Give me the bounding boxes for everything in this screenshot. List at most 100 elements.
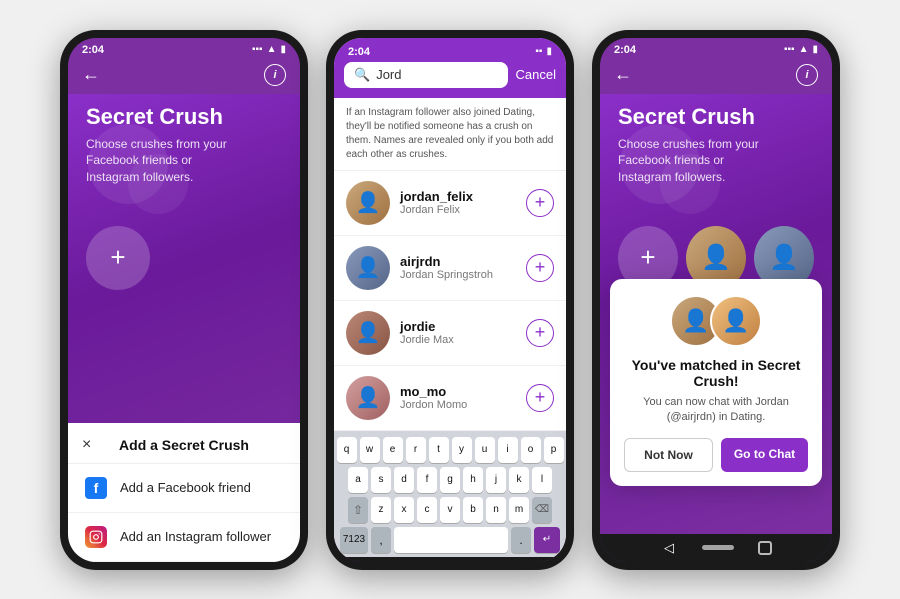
back-nav-3[interactable]: ◁	[660, 539, 678, 557]
key-comma[interactable]: ,	[371, 527, 391, 553]
fullname-2: Jordie Max	[400, 334, 516, 346]
search-screen: 2:04 ▪▪ ▮ 🔍 Jord Cancel If an Instagram …	[334, 38, 566, 557]
battery-icon-2: ▮	[546, 46, 552, 57]
avatar-mo-mo: 👤	[346, 376, 390, 420]
key-a[interactable]: a	[348, 467, 368, 493]
search-bar-row: 🔍 Jord Cancel	[344, 62, 556, 88]
search-notice: If an Instagram follower also joined Dat…	[334, 98, 566, 171]
add-facebook-friend-item[interactable]: f Add a Facebook friend	[68, 464, 300, 513]
list-item[interactable]: 👤 airjrdn Jordan Springstroh +	[334, 236, 566, 301]
username-1: airjrdn	[400, 254, 516, 269]
match-buttons: Not Now Go to Chat	[624, 438, 808, 472]
add-btn-3[interactable]: +	[526, 384, 554, 412]
key-w[interactable]: w	[360, 437, 380, 463]
kb-row-1: q w e r t y u i o p	[338, 437, 562, 463]
add-btn-0[interactable]: +	[526, 189, 554, 217]
back-arrow-1[interactable]: ←	[82, 64, 100, 85]
key-h[interactable]: h	[463, 467, 483, 493]
key-numbers[interactable]: 7123	[340, 527, 368, 553]
instagram-icon-container	[84, 525, 108, 549]
add-btn-2[interactable]: +	[526, 319, 554, 347]
key-q[interactable]: q	[337, 437, 357, 463]
status-icons-2: ▪▪ ▮	[535, 46, 552, 58]
key-k[interactable]: k	[509, 467, 529, 493]
key-e[interactable]: e	[383, 437, 403, 463]
bottom-sheet-header: × Add a Secret Crush	[68, 423, 300, 464]
back-arrow-3[interactable]: ←	[614, 64, 632, 85]
search-top-bar: 2:04 ▪▪ ▮ 🔍 Jord Cancel	[334, 38, 566, 98]
key-z[interactable]: z	[371, 497, 391, 523]
key-c[interactable]: c	[417, 497, 437, 523]
list-item[interactable]: 👤 jordan_felix Jordan Felix +	[334, 171, 566, 236]
go-to-chat-button[interactable]: Go to Chat	[721, 438, 808, 472]
crush-subtitle-3: Choose crushes from your Facebook friend…	[618, 136, 778, 186]
key-b[interactable]: b	[463, 497, 483, 523]
match-title: You've matched in Secret Crush!	[624, 357, 808, 389]
phone-1: 2:04 ▪▪▪ ▲ ▮ ← i Secret Crush Choose cru…	[60, 30, 308, 570]
bottom-sheet-title: Add a Secret Crush	[119, 437, 249, 453]
back-nav-2[interactable]: ◁	[394, 561, 412, 562]
add-btn-1[interactable]: +	[526, 254, 554, 282]
search-results-list: 👤 jordan_felix Jordan Felix + 👤 airjrdn …	[334, 171, 566, 431]
info-button-3[interactable]: i	[796, 64, 818, 86]
key-u[interactable]: u	[475, 437, 495, 463]
info-button-1[interactable]: i	[264, 64, 286, 86]
facebook-icon: f	[85, 477, 107, 499]
key-m[interactable]: m	[509, 497, 529, 523]
key-v[interactable]: v	[440, 497, 460, 523]
crush-circles-1: +	[86, 226, 282, 290]
match-avatars: 👤 👤	[624, 295, 808, 347]
key-x[interactable]: x	[394, 497, 414, 523]
facebook-icon-container: f	[84, 476, 108, 500]
key-j[interactable]: j	[486, 467, 506, 493]
key-period[interactable]: .	[511, 527, 531, 553]
close-bottom-sheet[interactable]: ×	[82, 436, 91, 454]
key-enter[interactable]: ↵	[534, 527, 560, 553]
key-g[interactable]: g	[440, 467, 460, 493]
kb-row-4: 7123 , . ↵	[338, 527, 562, 553]
not-now-button[interactable]: Not Now	[624, 438, 713, 472]
key-s[interactable]: s	[371, 467, 391, 493]
search-icon-2: 🔍	[354, 67, 370, 83]
list-item[interactable]: 👤 jordie Jordie Max +	[334, 301, 566, 366]
key-t[interactable]: t	[429, 437, 449, 463]
phone-3: 2:04 ▪▪▪ ▲ ▮ ← i Secret Crush Choose cru…	[592, 30, 840, 570]
status-icons-3: ▪▪▪ ▲ ▮	[784, 44, 818, 55]
fullname-1: Jordan Springstroh	[400, 269, 516, 281]
match-dialog: 👤 👤 You've matched in Secret Crush! You …	[610, 279, 822, 486]
recents-nav-3[interactable]	[758, 541, 772, 555]
keyboard: q w e r t y u i o p a s d f g h	[334, 431, 566, 557]
key-p[interactable]: p	[544, 437, 564, 463]
list-item[interactable]: 👤 mo_mo Jordon Momo +	[334, 366, 566, 431]
search-cancel-button[interactable]: Cancel	[516, 67, 556, 82]
key-y[interactable]: y	[452, 437, 472, 463]
add-instagram-follower-item[interactable]: Add an Instagram follower	[68, 513, 300, 562]
status-bar-1: 2:04 ▪▪▪ ▲ ▮	[68, 38, 300, 60]
key-o[interactable]: o	[521, 437, 541, 463]
key-backspace[interactable]: ⌫	[532, 497, 552, 523]
key-d[interactable]: d	[394, 467, 414, 493]
home-bar-2: ◁	[334, 557, 566, 562]
result-info-1: airjrdn Jordan Springstroh	[400, 254, 516, 281]
crush-screen-3: Secret Crush Choose crushes from your Fa…	[600, 94, 832, 534]
kb-row-2: a s d f g h j k l	[338, 467, 562, 493]
kb-row-3: ⇧ z x c v b n m ⌫	[338, 497, 562, 523]
avatar-jordie: 👤	[346, 311, 390, 355]
home-pill-3[interactable]	[702, 545, 734, 550]
search-input-container[interactable]: 🔍 Jord	[344, 62, 508, 88]
add-crush-button-1[interactable]: +	[86, 226, 150, 290]
crush-title-3: Secret Crush	[618, 104, 814, 130]
key-f[interactable]: f	[417, 467, 437, 493]
key-l[interactable]: l	[532, 467, 552, 493]
key-n[interactable]: n	[486, 497, 506, 523]
username-3: mo_mo	[400, 384, 516, 399]
home-bar-3: ◁	[600, 534, 832, 562]
avatar-airjrdn: 👤	[346, 246, 390, 290]
key-i[interactable]: i	[498, 437, 518, 463]
wifi-icon-3: ▲	[799, 44, 809, 55]
key-space[interactable]	[394, 527, 508, 553]
key-r[interactable]: r	[406, 437, 426, 463]
key-shift[interactable]: ⇧	[348, 497, 368, 523]
username-2: jordie	[400, 319, 516, 334]
status-time-3: 2:04	[614, 44, 636, 56]
